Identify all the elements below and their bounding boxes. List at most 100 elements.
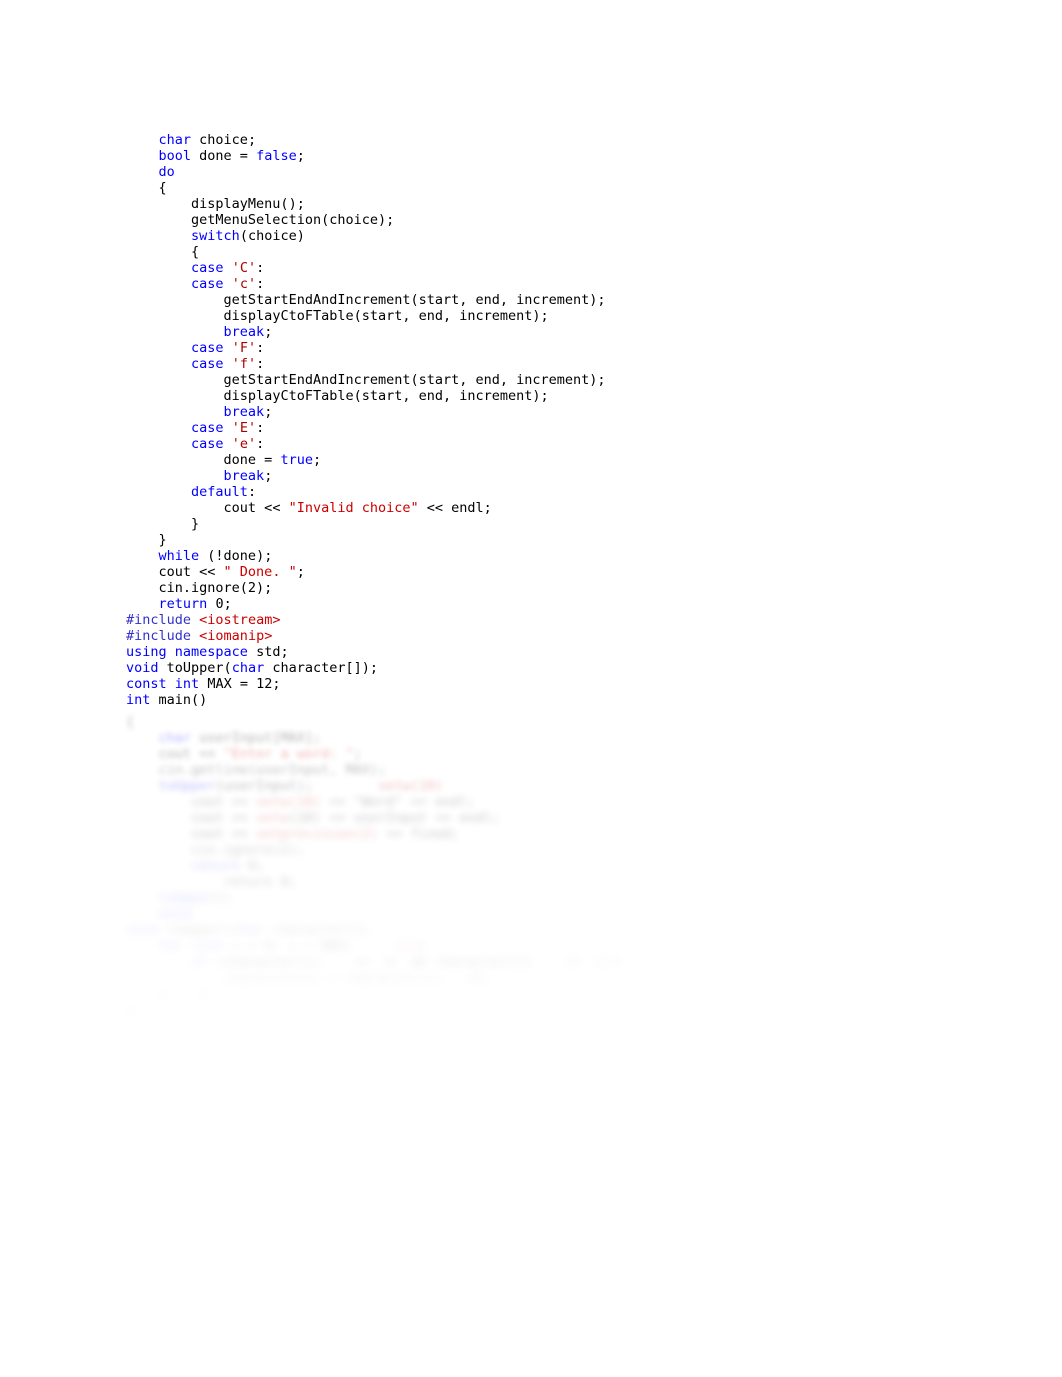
code-line-blurred: cout << setw(10) << "Word" << endl; <box>191 793 476 810</box>
code-line: cout << " Done. "; <box>126 564 606 580</box>
keyword-namespace: namespace <box>174 643 248 660</box>
code-text: { <box>191 243 200 260</box>
keyword-break: break <box>223 467 265 484</box>
keyword-do: do <box>158 163 175 180</box>
code-line: int main() <box>126 692 606 708</box>
code-text: : <box>256 339 265 356</box>
code-line: case 'f': <box>126 356 606 372</box>
code-line: void toUpper(char character[]); <box>126 660 606 676</box>
char-literal: 'E' <box>231 419 257 436</box>
code-line: bool done = false; <box>126 148 606 164</box>
code-line: case 'e': <box>126 436 606 452</box>
code-line: switch(choice) <box>126 228 606 244</box>
cpp-code-block-sharp: char choice; bool done = false; do { dis… <box>126 132 606 708</box>
code-line: case 'C': <box>126 260 606 276</box>
code-text: choice; <box>199 131 257 148</box>
code-text: ; <box>296 563 305 580</box>
code-text: displayCtoFTable(start, end, increment); <box>223 387 549 404</box>
keyword-break: break <box>223 323 265 340</box>
code-text: MAX = 12; <box>207 675 281 692</box>
code-line: { <box>126 244 606 260</box>
code-text: std; <box>256 643 289 660</box>
char-literal: 'c' <box>231 275 257 292</box>
code-line: do <box>126 164 606 180</box>
code-line-blurred: char userInput[MAX]; <box>158 729 322 746</box>
code-line: #include <iostream> <box>126 612 606 628</box>
keyword-case: case <box>191 275 224 292</box>
string-literal: "Invalid choice" <box>288 499 419 516</box>
code-text: ; <box>296 147 305 164</box>
code-text: (choice) <box>239 227 305 244</box>
code-line-blurred: cin.getline(userInput, MAX); <box>158 761 387 778</box>
code-line-blurred: } } <box>158 985 208 1002</box>
code-text: toUpper( <box>166 659 232 676</box>
code-text: : <box>247 483 257 500</box>
code-text: cout << <box>158 563 224 580</box>
code-line-blurred: void toUpper(char character[]) <box>126 921 370 938</box>
keyword-char: char <box>158 131 192 148</box>
code-line: } <box>126 532 606 548</box>
keyword-true: true <box>280 451 313 468</box>
keyword-void: void <box>126 659 159 676</box>
code-line-blurred: toUpper() <box>158 889 232 906</box>
keyword-switch: switch <box>191 227 240 244</box>
code-line: done = true; <box>126 452 606 468</box>
code-line: cout << "Invalid choice" << endl; <box>126 500 606 516</box>
code-line: getStartEndAndIncrement(start, end, incr… <box>126 292 606 308</box>
code-line-blurred: cout << setprecision(2) << fixed; <box>191 825 460 842</box>
preprocessor-include: #include <box>126 611 192 628</box>
code-line: displayMenu(); <box>126 196 606 212</box>
code-text: ; <box>264 323 273 340</box>
char-literal: 'f' <box>231 355 257 372</box>
code-line: displayCtoFTable(start, end, increment); <box>126 308 606 324</box>
code-text: ; <box>264 467 273 484</box>
keyword-while: while <box>158 547 200 564</box>
code-page: char choice; bool done = false; do { dis… <box>0 0 1062 1377</box>
code-text: : <box>256 419 265 436</box>
code-line-blurred: void <box>158 905 192 922</box>
code-line-blurred: cout << "Enter a word: "; <box>158 745 362 762</box>
code-text: (!done); <box>207 547 273 564</box>
keyword-char: char <box>231 659 265 676</box>
keyword-using: using <box>126 643 167 660</box>
code-text: getStartEndAndIncrement(start, end, incr… <box>223 291 606 308</box>
code-line: { <box>126 180 606 196</box>
code-text: } <box>158 531 167 548</box>
code-line: displayCtoFTable(start, end, increment); <box>126 388 606 404</box>
keyword-false: false <box>256 147 297 164</box>
preprocessor-include: #include <box>126 627 192 644</box>
code-text: { <box>158 179 167 196</box>
string-literal: " Done. " <box>223 563 297 580</box>
code-line: cin.ignore(2); <box>126 580 606 596</box>
code-text: : <box>256 355 265 372</box>
code-line-blurred: for (int i = 0; i < MAX; i++) <box>158 937 427 954</box>
code-line-blurred: cout << setw(10) << userInput << endl; <box>191 809 500 826</box>
code-text: main() <box>158 691 208 708</box>
code-text: displayCtoFTable(start, end, increment); <box>223 307 549 324</box>
code-text: done = <box>199 147 257 164</box>
code-text: getMenuSelection(choice); <box>191 211 395 228</box>
code-text: ; <box>264 403 273 420</box>
char-literal: 'e' <box>231 435 257 452</box>
code-text: cout << <box>223 499 289 516</box>
code-line: break; <box>126 404 606 420</box>
keyword-bool: bool <box>158 147 192 164</box>
code-line-blurred: } <box>126 1001 135 1018</box>
keyword-int: int <box>126 691 151 708</box>
code-text: displayMenu(); <box>191 195 305 212</box>
code-text: : <box>256 275 265 292</box>
code-text: done = <box>223 451 281 468</box>
code-line: while (!done); <box>126 548 606 564</box>
code-line-blurred: { <box>126 713 135 730</box>
keyword-default: default <box>191 483 248 500</box>
code-line: default: <box>126 484 606 500</box>
keyword-int: int <box>174 675 200 692</box>
code-text: : <box>256 259 265 276</box>
code-text: getStartEndAndIncrement(start, end, incr… <box>223 371 606 388</box>
keyword-return: return <box>158 595 208 612</box>
code-line: return 0; <box>126 596 606 612</box>
keyword-case: case <box>191 419 224 436</box>
code-text: : <box>256 435 265 452</box>
code-text: character[]); <box>272 659 379 676</box>
code-line: getStartEndAndIncrement(start, end, incr… <box>126 372 606 388</box>
